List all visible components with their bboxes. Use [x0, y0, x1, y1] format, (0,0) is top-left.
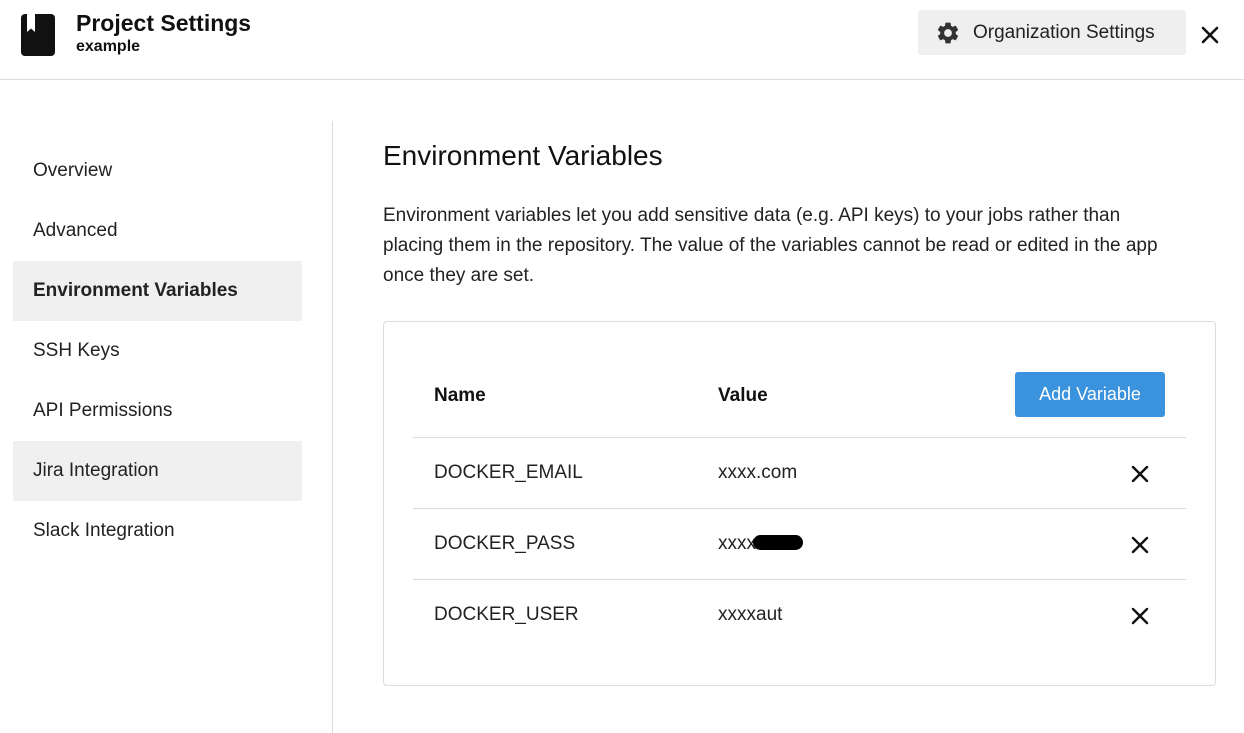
variable-name: DOCKER_PASS	[434, 533, 576, 554]
sidebar-item-slack-integration[interactable]: Slack Integration	[13, 501, 302, 561]
organization-settings-label: Organization Settings	[973, 21, 1155, 43]
variable-value: xxxx.com	[718, 462, 798, 483]
variable-name: DOCKER_EMAIL	[434, 462, 583, 483]
close-icon[interactable]	[1199, 24, 1221, 46]
page-description: Environment variables let you add sensit…	[383, 205, 1158, 286]
project-title: Project Settings	[76, 10, 252, 36]
variable-value: xxxxaut	[718, 604, 783, 625]
project-subtitle: example	[76, 38, 141, 55]
sidebar-item-jira-integration[interactable]: Jira Integration	[13, 441, 302, 501]
delete-variable-icon[interactable]	[1131, 607, 1149, 625]
sidebar-item-overview[interactable]: Overview	[13, 141, 302, 201]
organization-settings-button[interactable]: Organization Settings	[918, 10, 1186, 55]
column-header-value: Value	[718, 385, 768, 406]
variable-name: DOCKER_USER	[434, 604, 579, 625]
column-header-name: Name	[434, 385, 486, 406]
page-title: Environment Variables	[383, 140, 663, 171]
row-divider	[413, 508, 1186, 509]
bookmark-icon	[21, 14, 55, 56]
delete-variable-icon[interactable]	[1131, 536, 1149, 554]
variable-value: xxxx	[718, 533, 756, 554]
row-divider	[413, 437, 1186, 438]
sidebar-item-environment-variables[interactable]: Environment Variables	[13, 261, 302, 321]
top-bar: Project Settings example Organization Se…	[0, 0, 1244, 80]
sidebar-divider	[332, 121, 333, 733]
gear-icon	[937, 22, 959, 43]
row-divider	[413, 579, 1186, 580]
sidebar-item-api-permissions[interactable]: API Permissions	[13, 381, 302, 441]
env-variables-card: Name Value Add Variable DOCKER_EMAIL xxx…	[383, 321, 1216, 686]
variable-value-wrapper: xxxx	[718, 533, 803, 555]
sidebar-item-advanced[interactable]: Advanced	[13, 201, 302, 261]
settings-sidebar: Overview Advanced Environment Variables …	[13, 141, 302, 561]
sidebar-item-ssh-keys[interactable]: SSH Keys	[13, 321, 302, 381]
add-variable-button[interactable]: Add Variable	[1015, 372, 1165, 417]
redaction-mark	[753, 534, 803, 550]
delete-variable-icon[interactable]	[1131, 465, 1149, 483]
